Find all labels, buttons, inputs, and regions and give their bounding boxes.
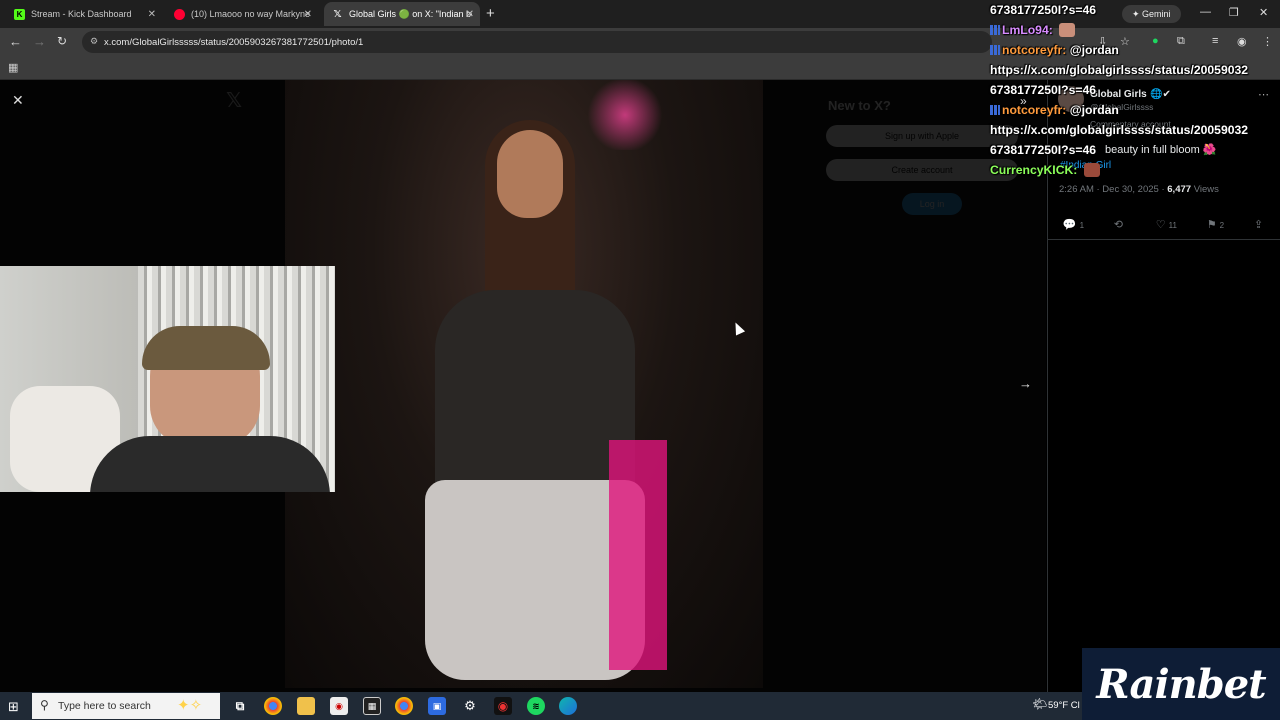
tab-x-post[interactable]: 𝕏 Global Girls 🟢 on X: "Indian be ✕: [324, 2, 480, 26]
heart-icon: ♡: [1155, 219, 1166, 231]
windows-taskbar: ⊞ ⚲ Type here to search ✦✧ ⧉ ◉ ▦ ▣ ⚙ ◉ ≋…: [0, 692, 1082, 720]
cap-shape: [142, 326, 270, 370]
chat-message: 6738177250I?s=46: [990, 80, 1280, 100]
file-explorer-icon[interactable]: [297, 697, 315, 715]
x-icon: 𝕏: [333, 8, 342, 20]
apps-grid-icon[interactable]: ▦: [8, 61, 18, 74]
url-text: x.com/GlobalGirlsssss/status/20059032673…: [104, 36, 364, 48]
weather-text[interactable]: 59°F Cl: [1048, 700, 1080, 711]
search-placeholder: Type here to search: [58, 700, 151, 712]
post-photo: [285, 80, 763, 688]
chat-text: @jordan: [1069, 43, 1119, 57]
chat-message: CurrencyKICK:: [990, 160, 1280, 180]
chat-message: 6738177250I?s=46: [990, 140, 1280, 160]
pink-background-shape: [609, 440, 667, 670]
chat-text: https://x.com/globalgirlssss/status/2005…: [990, 63, 1249, 77]
chat-emote-icon: [1083, 163, 1100, 177]
chat-username[interactable]: CurrencyKICK:: [990, 163, 1077, 177]
signup-title: New to X?: [828, 98, 891, 113]
edge-icon[interactable]: [559, 697, 577, 715]
subscriber-badge-icon: [990, 105, 1000, 115]
like-button[interactable]: ♡ 11: [1156, 218, 1177, 231]
app-icon[interactable]: ◉: [330, 697, 348, 715]
next-photo-icon[interactable]: →: [1019, 376, 1032, 391]
back-icon[interactable]: ←: [9, 34, 22, 49]
subscriber-badge-icon: [990, 25, 1000, 35]
chat-text: https://x.com/globalgirlssss/status/2005…: [990, 123, 1249, 137]
reply-button[interactable]: 💬 1: [1063, 218, 1084, 231]
tab-kick-dashboard[interactable]: K Stream - Kick Dashboard ✕: [6, 2, 162, 26]
settings-gear-icon[interactable]: ⚙: [461, 697, 479, 715]
chat-text: @jordan: [1069, 103, 1119, 117]
share-button[interactable]: ⇪: [1254, 218, 1266, 231]
search-highlight-icon: ✦✧: [177, 697, 203, 714]
new-tab-button[interactable]: +: [486, 5, 495, 22]
subscriber-badge-icon: [990, 45, 1000, 55]
tab-title: (10) Lmaooo no way Markynext: [191, 9, 310, 19]
weather-icon: 🌤: [1032, 697, 1048, 711]
site-settings-icon[interactable]: ⚙: [90, 36, 98, 47]
repost-button[interactable]: ⟲: [1114, 218, 1126, 231]
bookmark-icon: ⚑: [1206, 219, 1217, 231]
windows-start-icon[interactable]: ⊞: [8, 699, 19, 715]
reply-icon: 💬: [1062, 219, 1077, 231]
close-tab-icon[interactable]: ✕: [466, 9, 474, 20]
chat-message: LmLo94:: [990, 20, 1280, 40]
address-bar[interactable]: ⚙ x.com/GlobalGirlsssss/status/200590326…: [82, 31, 992, 53]
chrome-taskbar-icon[interactable]: [395, 697, 413, 715]
login-button[interactable]: Log in: [902, 193, 962, 215]
close-tab-icon[interactable]: ✕: [304, 9, 312, 20]
youtube-icon: [174, 8, 185, 20]
close-tab-icon[interactable]: ✕: [148, 9, 156, 20]
reload-icon[interactable]: ↻: [57, 34, 67, 48]
chrome-taskbar-icon[interactable]: [264, 697, 282, 715]
tab-title: Stream - Kick Dashboard: [31, 9, 132, 19]
repost-icon: ⟲: [1113, 219, 1124, 231]
tweet-actions-bar: 💬 1 ⟲ ♡ 11 ⚑ 2 ⇪: [1048, 210, 1280, 240]
share-icon: ⇪: [1253, 219, 1264, 231]
stream-chat-overlay: 6738177250I?s=46 LmLo94: notcoreyfr: @jor…: [990, 0, 1280, 190]
chat-username[interactable]: notcoreyfr:: [1002, 103, 1066, 117]
chat-text: 6738177250I?s=46: [990, 143, 1097, 157]
chat-message: https://x.com/globalgirlssss/status/2005…: [990, 60, 1280, 80]
kick-icon: K: [14, 8, 25, 20]
task-view-icon[interactable]: ⧉: [231, 697, 249, 715]
stage-light-shape: [585, 80, 665, 150]
chat-username[interactable]: notcoreyfr:: [1002, 43, 1066, 57]
chat-message: notcoreyfr: @jordan: [990, 100, 1280, 120]
x-logo-icon: 𝕏: [226, 90, 243, 112]
shirt-shape: [90, 436, 330, 492]
app-icon[interactable]: ▣: [428, 697, 446, 715]
spotify-icon[interactable]: ≋: [527, 697, 545, 715]
tab-youtube[interactable]: (10) Lmaooo no way Markynext ✕: [166, 2, 318, 26]
chat-text: 6738177250I?s=46: [990, 3, 1097, 17]
search-icon: ⚲: [40, 698, 49, 712]
tab-title: Global Girls 🟢 on X: "Indian be: [349, 8, 472, 19]
chat-message: 6738177250I?s=46: [990, 0, 1280, 20]
bookmark-button[interactable]: ⚑ 2: [1207, 218, 1224, 231]
obs-icon[interactable]: ◉: [494, 697, 512, 715]
streamer-webcam: [0, 266, 335, 492]
chat-message: notcoreyfr: @jordan: [990, 40, 1280, 60]
face-shape: [497, 130, 563, 218]
app-icon[interactable]: ▦: [363, 697, 381, 715]
forward-icon[interactable]: →: [33, 34, 46, 49]
rainbet-logo: Rainbet: [1082, 648, 1280, 720]
chat-emote-icon: [1059, 23, 1076, 37]
close-photo-icon[interactable]: ✕: [12, 92, 24, 109]
chat-message: https://x.com/globalgirlssss/status/2005…: [990, 120, 1280, 140]
chat-username[interactable]: LmLo94:: [1002, 23, 1053, 37]
chat-text: 6738177250I?s=46: [990, 83, 1097, 97]
